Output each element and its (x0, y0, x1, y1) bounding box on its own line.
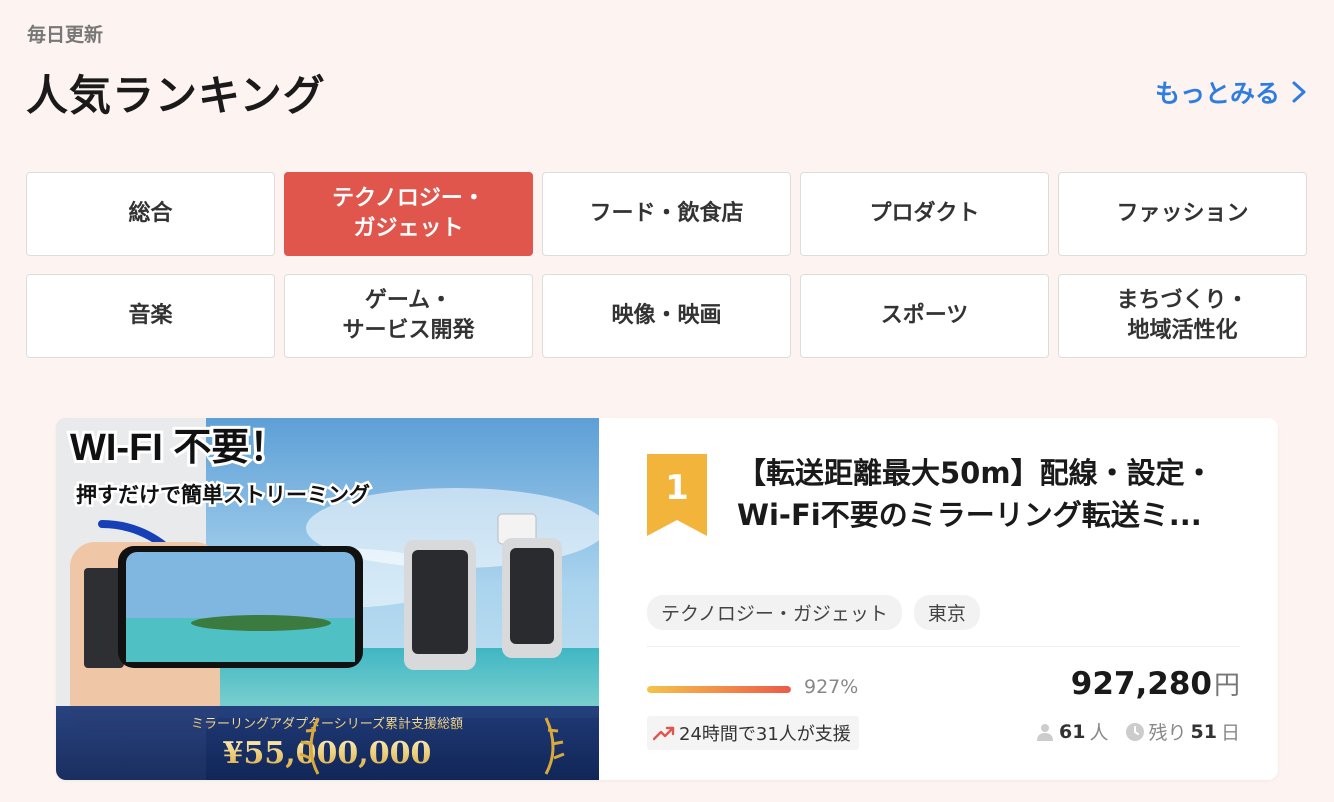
image-banner-amount: ¥55,000,000 (223, 736, 432, 771)
image-banner-caption: ミラーリングアダプターシリーズ累計支援総額 (191, 716, 463, 732)
supporter-unit: 人 (1089, 722, 1109, 744)
image-subline: 押すだけで簡単ストリーミング (76, 483, 370, 507)
funding-amount-value: 927,280 (1070, 666, 1212, 702)
remaining-unit: 日 (1220, 722, 1240, 744)
chevron-right-icon (1292, 81, 1306, 103)
page-title: 人気ランキング (26, 71, 326, 120)
category-tab[interactable]: 総合 (26, 172, 275, 256)
ranking-card[interactable]: WI-FI 不要！ 押すだけで簡単ストリーミング ミラーリングアダプターシリーズ… (56, 418, 1278, 780)
remaining-prefix: 残り (1148, 722, 1187, 744)
image-headline: WI-FI 不要！ (70, 427, 287, 469)
category-tab[interactable]: ゲーム・ サービス開発 (284, 274, 533, 358)
category-tab[interactable]: プロダクト (800, 172, 1049, 256)
trend-text: 24時間で31人が支援 (679, 724, 851, 745)
progress-percent: 927% (804, 676, 859, 698)
currency-unit: 円 (1213, 671, 1240, 701)
category-tab[interactable]: テクノロジー・ ガジェット (284, 172, 533, 256)
see-more-label: もっとみる (1154, 79, 1280, 108)
supporter-count: 61 (1059, 720, 1086, 743)
trending-up-icon (653, 726, 675, 741)
category-tab[interactable]: 音楽 (26, 274, 275, 358)
category-tab[interactable]: スポーツ (800, 274, 1049, 358)
category-tab[interactable]: ファッション (1058, 172, 1307, 256)
category-tabs: 総合 テクノロジー・ ガジェット フード・飲食店 プロダクト ファッション音楽 ゲーム・ … (26, 172, 1307, 358)
project-title[interactable]: 【転送距離最大50m】配線・設定・Wi-Fi不要のミラーリング転送ミ... (737, 452, 1240, 536)
project-tags: テクノロジー・ガジェット 東京 (647, 595, 980, 630)
rank-number: 1 (665, 468, 689, 508)
funding-amount: 927,280円 (1071, 665, 1240, 702)
rank-badge: 1 (647, 454, 707, 536)
ranking-eyebrow: 毎日更新 (27, 24, 104, 46)
project-stats: 61 人 残り 51 日 (1035, 718, 1240, 745)
project-thumbnail[interactable]: WI-FI 不要！ 押すだけで簡単ストリーミング ミラーリングアダプターシリーズ… (56, 418, 599, 780)
clock-icon (1125, 722, 1144, 741)
category-tab[interactable]: 映像・映画 (542, 274, 791, 358)
see-more-link[interactable]: もっとみる (1155, 74, 1308, 110)
trend-badge: 24時間で31人が支援 (647, 716, 859, 750)
project-info: 1 【転送距離最大50m】配線・設定・Wi-Fi不要のミラーリング転送ミ... … (647, 418, 1240, 780)
person-icon (1037, 723, 1054, 741)
progress-bar (647, 686, 791, 693)
project-tag-location[interactable]: 東京 (913, 595, 980, 630)
category-tab[interactable]: フード・飲食店 (542, 172, 791, 256)
progress-bar-fill (647, 686, 791, 693)
category-tab[interactable]: まちづくり・ 地域活性化 (1058, 274, 1307, 358)
remaining-days: 51 (1190, 720, 1217, 743)
project-tag-category[interactable]: テクノロジー・ガジェット (647, 595, 902, 630)
divider (647, 646, 1240, 647)
